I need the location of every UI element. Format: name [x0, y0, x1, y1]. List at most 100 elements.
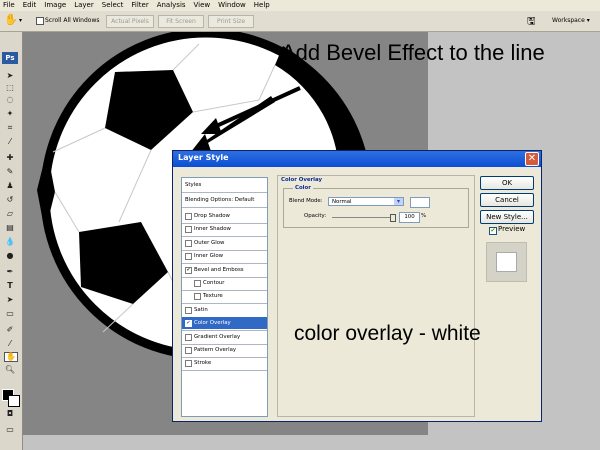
style-item-checkbox[interactable]: ✔: [185, 320, 192, 328]
eyedropper-tool-icon[interactable]: ⁄: [4, 138, 16, 146]
marquee-tool-icon[interactable]: ⬚: [4, 84, 16, 92]
opacity-label: Opacity:: [304, 213, 327, 219]
style-item-checkbox[interactable]: [185, 347, 192, 354]
screen-mode-icon[interactable]: ▭: [4, 426, 16, 434]
eyedropper-3d-tool-icon[interactable]: ⁄: [4, 340, 16, 348]
opacity-slider-thumb[interactable]: [390, 214, 396, 222]
group-title: Color: [293, 185, 313, 191]
style-item-inner-glow[interactable]: Inner Glow: [182, 250, 267, 262]
style-item-label: Texture: [203, 293, 223, 300]
background-color-swatch[interactable]: [8, 395, 20, 407]
style-item-inner-shadow[interactable]: Inner Shadow: [182, 223, 267, 235]
tools-panel: Ps ➤ ⬚ ◌ ✦ ⌗ ⁄ ✚ ✎ ♟ ↺ ▱ ▤ 💧 ● ✒ T ➤ ▭ ✐…: [0, 32, 23, 450]
menu-select[interactable]: Select: [99, 0, 129, 11]
preview-label: Preview: [498, 225, 526, 233]
ps-logo: Ps: [2, 52, 18, 64]
menu-analysis[interactable]: Analysis: [154, 0, 191, 11]
style-item-checkbox[interactable]: [194, 293, 201, 301]
notes-tool-icon[interactable]: ✐: [4, 326, 16, 334]
style-item-outer-glow[interactable]: Outer Glow: [182, 237, 267, 249]
blend-mode-select[interactable]: Normal ▾: [328, 197, 404, 206]
history-brush-tool-icon[interactable]: ↺: [4, 196, 16, 204]
style-item-drop-shadow[interactable]: Drop Shadow: [182, 210, 267, 222]
blur-tool-icon[interactable]: 💧: [4, 238, 16, 246]
dialog-title: Layer Style: [178, 153, 229, 162]
workspace-menu[interactable]: Workspace ▾: [552, 17, 590, 24]
annotation-overlay-note: color overlay - white: [294, 322, 481, 345]
styles-header[interactable]: Styles: [182, 179, 267, 191]
section-title: Color Overlay: [281, 177, 322, 183]
style-item-label: Outer Glow: [194, 239, 225, 246]
clone-stamp-tool-icon[interactable]: ♟: [4, 182, 16, 190]
color-overlay-panel: Color Overlay Color Blend Mode: Normal ▾…: [277, 175, 475, 417]
style-item-stroke[interactable]: Stroke: [182, 357, 267, 369]
styles-separator: [182, 207, 267, 208]
chevron-down-icon[interactable]: ▾: [394, 198, 403, 205]
opacity-input[interactable]: 100: [399, 212, 420, 223]
workspace-icon[interactable]: 🖫: [527, 14, 536, 31]
shape-tool-icon[interactable]: ▭: [4, 310, 16, 318]
menu-edit[interactable]: Edit: [20, 0, 42, 11]
menu-layer[interactable]: Layer: [71, 0, 99, 11]
brush-tool-icon[interactable]: ✎: [4, 168, 16, 176]
fit-screen-button[interactable]: Fit Screen: [158, 15, 204, 28]
blend-mode-label: Blend Mode:: [289, 198, 323, 204]
zoom-tool-icon[interactable]: 🔍︎: [4, 366, 16, 374]
quick-mask-icon[interactable]: ◘: [4, 410, 16, 418]
actual-pixels-button[interactable]: Actual Pixels: [106, 15, 154, 28]
opacity-slider[interactable]: [332, 217, 394, 218]
style-item-label: Bevel and Emboss: [194, 266, 244, 273]
menu-file[interactable]: File: [0, 0, 20, 11]
style-item-checkbox[interactable]: ✔: [185, 266, 192, 274]
style-item-checkbox[interactable]: [185, 360, 192, 368]
close-icon[interactable]: ✕: [525, 152, 539, 166]
menu-filter[interactable]: Filter: [128, 0, 153, 11]
menu-window[interactable]: Window: [215, 0, 251, 11]
tool-preset-dropdown-icon[interactable]: ▾: [19, 17, 22, 24]
dialog-title-bar[interactable]: Layer Style ✕: [173, 151, 541, 167]
preview-checkbox[interactable]: ✔: [489, 227, 497, 235]
scroll-all-windows-checkbox[interactable]: [36, 17, 44, 25]
magic-wand-tool-icon[interactable]: ✦: [4, 110, 16, 118]
style-item-gradient-overlay[interactable]: Gradient Overlay: [182, 331, 267, 343]
layer-style-dialog: Layer Style ✕ Styles Blending Options: D…: [172, 150, 542, 422]
menu-image[interactable]: Image: [41, 0, 71, 11]
style-item-texture[interactable]: Texture: [182, 290, 267, 302]
crop-tool-icon[interactable]: ⌗: [4, 124, 16, 132]
style-item-checkbox[interactable]: [185, 306, 192, 314]
dodge-tool-icon[interactable]: ●: [4, 252, 16, 260]
style-item-checkbox[interactable]: [185, 239, 192, 247]
ok-button[interactable]: OK: [480, 176, 534, 190]
eraser-tool-icon[interactable]: ▱: [4, 210, 16, 218]
menu-help[interactable]: Help: [251, 0, 275, 11]
pen-tool-icon[interactable]: ✒: [4, 268, 16, 276]
style-item-label: Contour: [203, 280, 225, 286]
style-item-bevel-and-emboss[interactable]: ✔ Bevel and Emboss: [182, 264, 267, 276]
hand-tool-icon[interactable]: ✋: [4, 13, 18, 26]
style-item-pattern-overlay[interactable]: Pattern Overlay: [182, 344, 267, 356]
style-item-color-overlay[interactable]: ✔ Color Overlay: [182, 317, 267, 330]
move-tool-icon[interactable]: ➤: [4, 72, 16, 80]
style-item-checkbox[interactable]: [185, 333, 192, 341]
gradient-tool-icon[interactable]: ▤: [4, 224, 16, 232]
style-item-contour[interactable]: Contour: [182, 277, 267, 289]
lasso-tool-icon[interactable]: ◌: [4, 96, 16, 104]
type-tool-icon[interactable]: T: [4, 282, 16, 290]
style-item-label: Stroke: [194, 360, 212, 367]
menu-view[interactable]: View: [191, 0, 216, 11]
new-style-button[interactable]: New Style...: [480, 210, 534, 224]
style-item-checkbox[interactable]: [185, 226, 192, 234]
overlay-color-swatch[interactable]: [410, 197, 430, 208]
path-selection-tool-icon[interactable]: ➤: [4, 296, 16, 304]
style-item-checkbox[interactable]: [194, 280, 201, 287]
cancel-button[interactable]: Cancel: [480, 193, 534, 207]
style-item-checkbox[interactable]: [185, 213, 192, 220]
style-item-checkbox[interactable]: [185, 253, 192, 261]
blending-options-item[interactable]: Blending Options: Default: [182, 194, 267, 206]
healing-brush-tool-icon[interactable]: ✚: [4, 154, 16, 162]
style-item-satin[interactable]: Satin: [182, 304, 267, 316]
options-bar: ✋ ▾ Scroll All Windows Actual Pixels Fit…: [0, 11, 600, 32]
style-item-label: Satin: [194, 306, 208, 313]
hand-tool-icon[interactable]: ✋: [4, 352, 18, 362]
print-size-button[interactable]: Print Size: [208, 15, 254, 28]
